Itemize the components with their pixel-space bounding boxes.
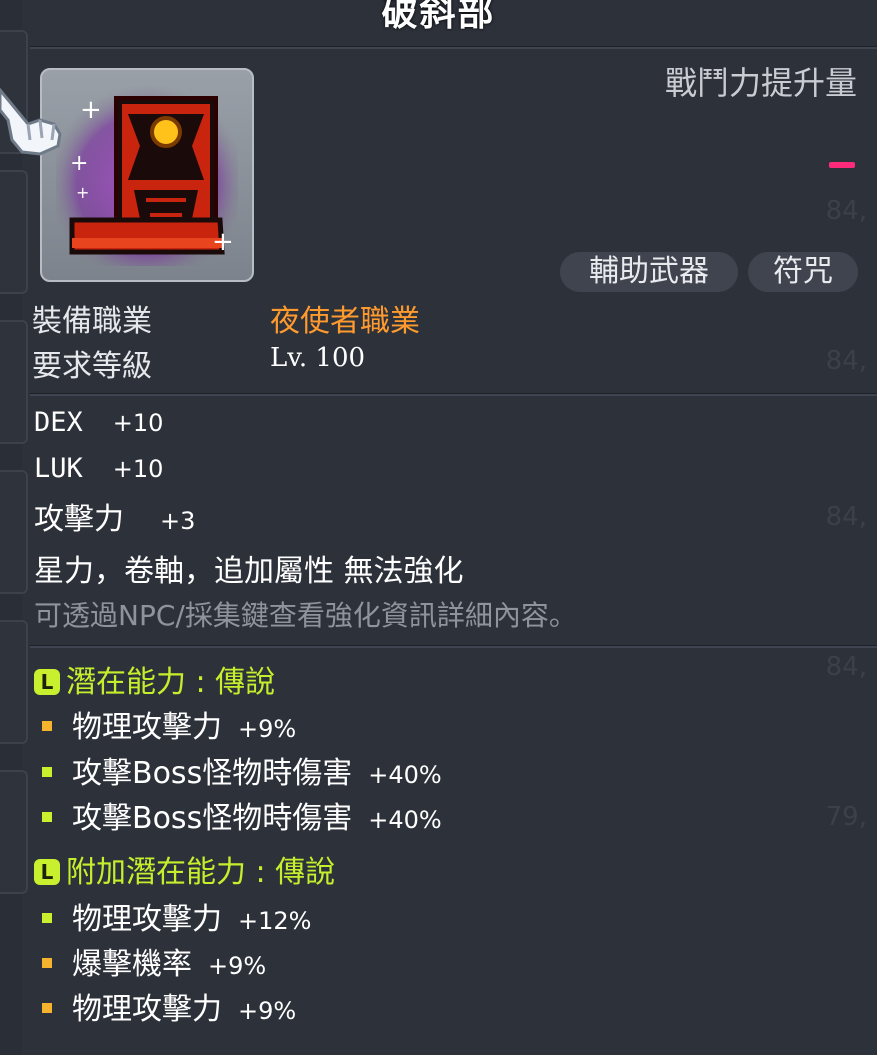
additional-potential-line-text: 物理攻擊力 [72,902,222,937]
stat-row: 攻擊力 +3 [34,494,195,538]
side-tab[interactable] [0,770,28,894]
divider [30,46,877,49]
category-tag-secondary-weapon: 輔助武器 [560,252,738,292]
combat-power-label: 戰鬥力提升量 [664,64,857,102]
side-tab[interactable] [0,320,28,444]
bullet-icon [42,720,52,731]
additional-potential-line-value: +9% [208,952,267,980]
potential-line-text: 攻擊Boss怪物時傷害 [72,801,353,836]
additional-potential-line: 爆擊機率 +9% [34,939,266,983]
category-tag-talisman: 符咒 [748,252,858,292]
required-level-label: 要求等級 [32,349,152,384]
stat-value: +3 [160,507,196,535]
potential-line-value: +9% [238,715,297,743]
ghost-text: 84, [825,652,867,682]
bullet-icon [42,957,52,968]
potential-line: 物理攻擊力 +9% [34,702,296,746]
enhance-note: 星力，卷軸，追加屬性 無法強化 [34,554,464,589]
bullet-icon [42,1002,52,1013]
item-name: 破斜部 [381,0,496,34]
additional-potential-line: 物理攻擊力 +12% [34,894,311,938]
bullet-icon [42,766,52,777]
additional-potential-title: 附加潛在能力 : 傳說 [66,855,336,890]
potential-line-value: +40% [368,806,442,834]
side-tab[interactable] [0,170,28,294]
required-job-label: 裝備職業 [32,304,152,339]
potential-line-text: 物理攻擊力 [72,710,222,745]
stat-row: LUK +10 [34,450,163,485]
additional-potential-line: 物理攻擊力 +9% [34,984,296,1028]
additional-potential-line-value: +12% [238,907,312,935]
svg-text:+: + [70,151,88,176]
required-level-value: Lv. 100 [270,343,366,373]
side-tab[interactable] [0,470,28,594]
stat-name: LUK [34,453,83,484]
svg-text:+: + [212,227,234,257]
potential-line-text: 攻擊Boss怪物時傷害 [72,756,353,791]
potential-line: 攻擊Boss怪物時傷害 +40% [34,793,442,837]
enhance-hint: 可透過NPC/採集鍵查看強化資訊詳細內容。 [34,599,577,632]
required-job-value: 夜使者職業 [270,304,420,339]
divider [30,393,877,396]
additional-potential-line-text: 爆擊機率 [72,947,192,982]
stat-name: DEX [34,407,83,438]
bullet-icon [42,912,52,923]
stat-name: 攻擊力 [34,502,124,537]
additional-potential-line-text: 物理攻擊力 [72,992,222,1027]
divider [30,645,877,648]
potential-title-row: L 潛在能力 : 傳說 [34,657,275,701]
ghost-text: 84, [825,502,867,532]
additional-potential-line-value: +9% [238,997,297,1025]
potential-line: 攻擊Boss怪物時傷害 +40% [34,748,442,792]
stat-row: DEX +10 [34,404,163,439]
legendary-grade-badge: L [34,859,60,885]
combat-power-change [829,162,855,168]
ghost-text: 79, [825,802,867,832]
item-icon-frame: + + + + [40,68,254,282]
side-tab[interactable] [0,620,28,744]
additional-potential-title-row: L 附加潛在能力 : 傳說 [34,847,335,891]
potential-title: 潛在能力 : 傳說 [66,665,276,700]
talisman-icon: + + + + [56,84,238,266]
ghost-text: 84, [825,196,867,226]
svg-text:+: + [76,183,89,202]
stat-value: +10 [112,455,164,483]
item-tooltip: 破斜部 84, 84, 84, 84, 79, + + + + 戰鬥力提升量 輔… [0,0,877,1055]
potential-line-value: +40% [368,761,442,789]
ghost-text: 84, [825,346,867,376]
bullet-icon [42,811,52,822]
stat-value: +10 [112,409,164,437]
legendary-grade-badge: L [34,669,60,695]
hand-cursor-icon [0,87,62,156]
svg-text:+: + [80,95,102,125]
